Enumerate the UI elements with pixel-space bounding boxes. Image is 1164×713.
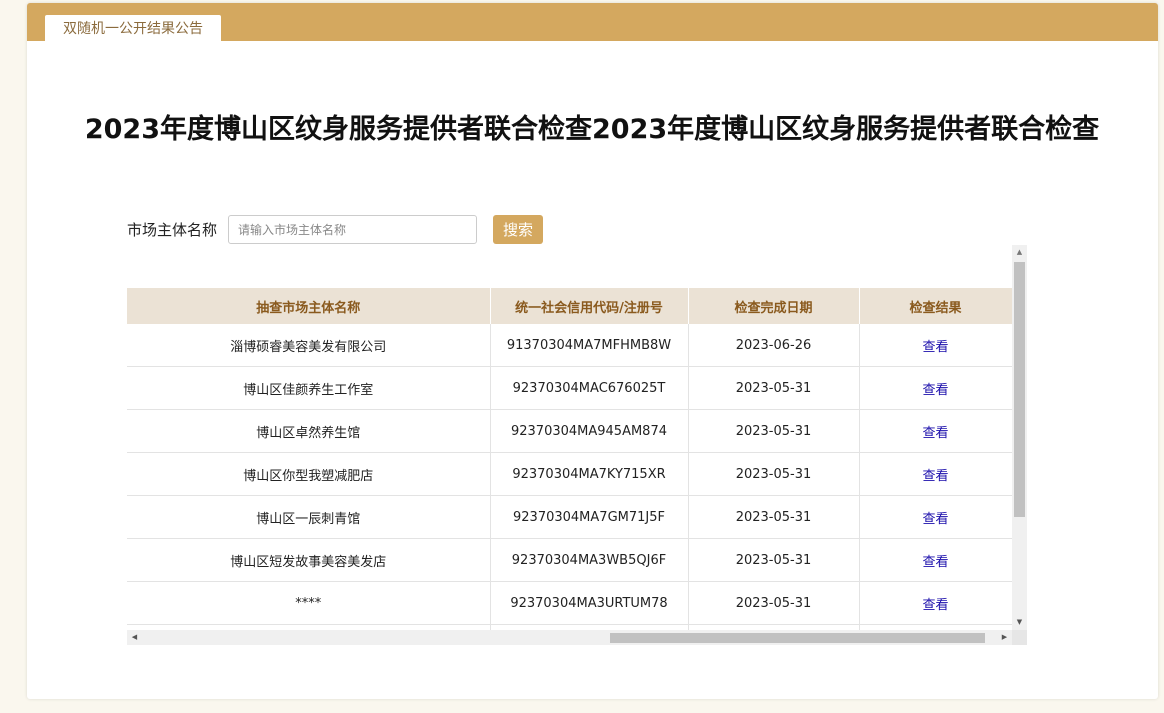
header-result: 检查结果 — [859, 288, 1012, 324]
cell-name: 博山区短发故事美容美发店 — [127, 538, 491, 582]
cell-name: 博山区佳颜养生工作室 — [127, 366, 491, 410]
cell-date: 2023-05-31 — [688, 452, 860, 496]
horizontal-scrollbar[interactable]: ◀ ▶ — [127, 630, 1012, 645]
tab-announcement[interactable]: 双随机一公开结果公告 — [45, 15, 221, 41]
cell-name: 博山区你型我塑减肥店 — [127, 452, 491, 496]
announcement-panel: 双随机一公开结果公告 2023年度博山区纹身服务提供者联合检查2023年度博山区… — [27, 3, 1158, 699]
results-table: 抽查市场主体名称 统一社会信用代码/注册号 检查完成日期 检查结果 淄博硕睿美容… — [127, 288, 1012, 630]
scrollbar-corner — [1012, 630, 1027, 645]
table-row: 博山区卓然养生馆 92370304MA945AM874 2023-05-31 查看 — [127, 409, 1012, 453]
scroll-right-arrow-icon[interactable]: ▶ — [997, 630, 1012, 645]
cell-code: 92370304MA7GM71J5F — [490, 495, 689, 539]
table-header-row: 抽查市场主体名称 统一社会信用代码/注册号 检查完成日期 检查结果 — [127, 288, 1012, 324]
scroll-down-arrow-icon[interactable]: ▼ — [1012, 615, 1027, 630]
view-link[interactable]: 查看 — [859, 581, 1012, 625]
table-row: 博山区佳颜养生工作室 92370304MAC676025T 2023-05-31 查看 — [127, 366, 1012, 410]
cell-code: 92370304MA3WB5QJ6F — [490, 538, 689, 582]
view-link[interactable]: 查看 — [859, 324, 1012, 367]
header-date: 检查完成日期 — [688, 288, 860, 324]
header-name: 抽查市场主体名称 — [127, 288, 491, 324]
vertical-scroll-thumb[interactable] — [1014, 262, 1025, 517]
cell-code: 92370304MA7KY715XR — [490, 452, 689, 496]
search-label: 市场主体名称 — [127, 221, 218, 239]
cell-date: 2023-05-31 — [688, 538, 860, 582]
search-button[interactable]: 搜索 — [493, 215, 543, 244]
table-scroll-area[interactable]: 抽查市场主体名称 统一社会信用代码/注册号 检查完成日期 检查结果 淄博硕睿美容… — [127, 288, 1012, 630]
scroll-up-arrow-icon[interactable]: ▲ — [1012, 245, 1027, 260]
view-link[interactable]: 查看 — [859, 495, 1012, 539]
vertical-scrollbar[interactable]: ▲ ▼ — [1012, 245, 1027, 630]
results-table-container: 抽查市场主体名称 统一社会信用代码/注册号 检查完成日期 检查结果 淄博硕睿美容… — [127, 245, 1027, 645]
cell-code: 92370304MA945AM874 — [490, 409, 689, 453]
table-row: 博山区你型我塑减肥店 92370304MA7KY715XR 2023-05-31 查看 — [127, 452, 1012, 496]
horizontal-scroll-thumb[interactable] — [610, 633, 985, 643]
cell-name: 博山区一辰刺青馆 — [127, 495, 491, 539]
table-row: **** 92370304MA3URTUM78 2023-05-31 查看 — [127, 581, 1012, 625]
page-title: 2023年度博山区纹身服务提供者联合检查2023年度博山区纹身服务提供者联合检查 — [84, 114, 1100, 145]
header-code: 统一社会信用代码/注册号 — [490, 288, 689, 324]
table-row: 博山区一辰刺青馆 92370304MA7GM71J5F 2023-05-31 查看 — [127, 495, 1012, 539]
cell-date: 2023-05-31 — [688, 495, 860, 539]
cell-date: 2023-06-26 — [688, 324, 860, 367]
view-link[interactable]: 查看 — [859, 538, 1012, 582]
search-input[interactable] — [228, 215, 477, 244]
scroll-left-arrow-icon[interactable]: ◀ — [127, 630, 142, 645]
view-link[interactable]: 查看 — [859, 452, 1012, 496]
view-link[interactable]: 查看 — [859, 409, 1012, 453]
table-row: 淄博硕睿美容美发有限公司 91370304MA7MFHMB8W 2023-06-26… — [127, 324, 1012, 367]
cell-name: 博山区卓然养生馆 — [127, 409, 491, 453]
cell-code: 92370304MAC676025T — [490, 366, 689, 410]
cell-name: **** — [127, 581, 491, 625]
cell-date: 2023-05-31 — [688, 366, 860, 410]
tab-bar: 双随机一公开结果公告 — [27, 3, 1158, 41]
view-link[interactable]: 查看 — [859, 366, 1012, 410]
table-row: 博山区短发故事美容美发店 92370304MA3WB5QJ6F 2023-05-31… — [127, 538, 1012, 582]
cell-code: 92370304MA3URTUM78 — [490, 581, 689, 625]
cell-code: 91370304MA7MFHMB8W — [490, 324, 689, 367]
cell-date: 2023-05-31 — [688, 409, 860, 453]
cell-date: 2023-05-31 — [688, 581, 860, 625]
cell-name: 淄博硕睿美容美发有限公司 — [127, 324, 491, 367]
